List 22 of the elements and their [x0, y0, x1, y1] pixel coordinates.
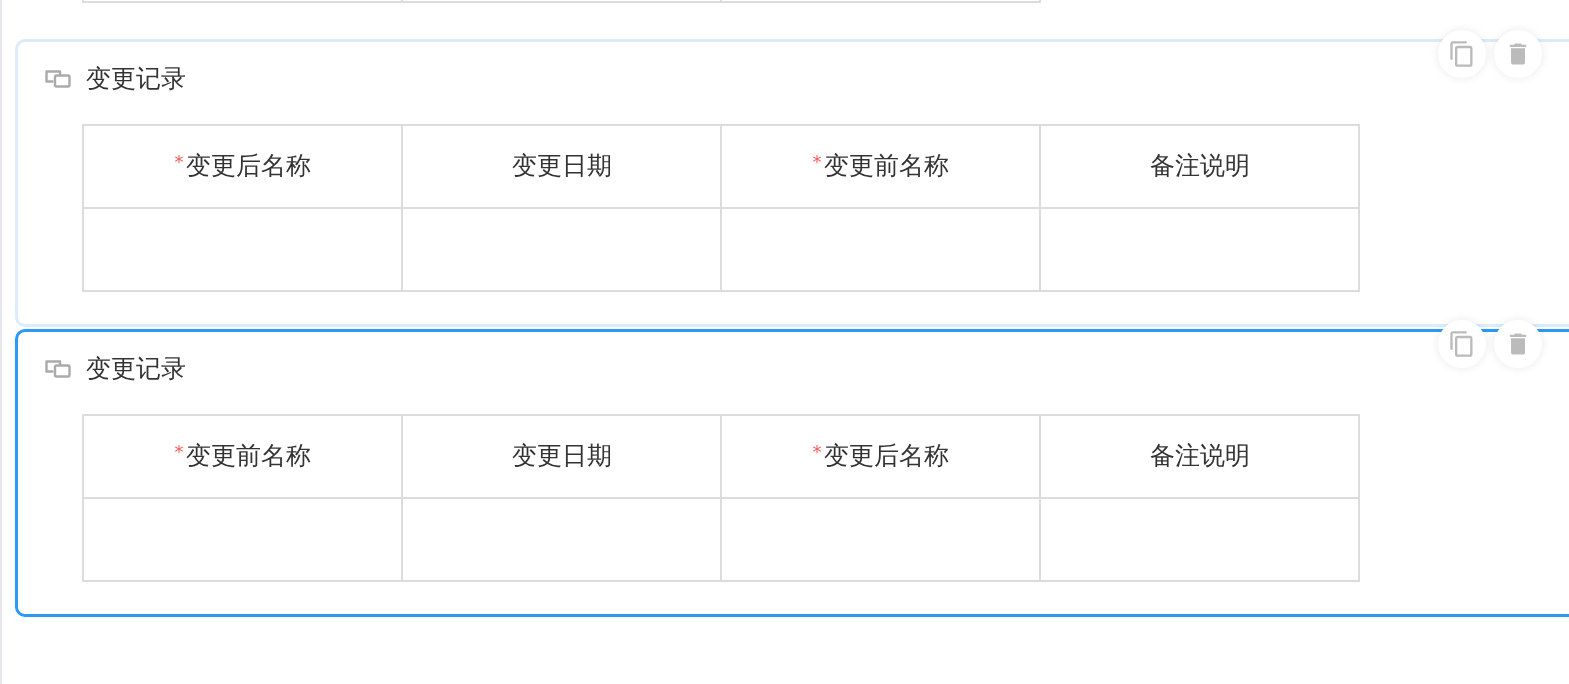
required-asterisk: *: [174, 152, 184, 171]
column-label: 备注说明: [1149, 150, 1250, 181]
column-label: 变更后名称: [823, 440, 949, 471]
copy-icon: [1448, 40, 1476, 68]
copy-icon: [1448, 330, 1476, 358]
card-title: 变更记录: [86, 354, 186, 384]
record-card[interactable]: 变更记录 *变更前名称 变更日期 *变更后名称 备注说明: [15, 329, 1569, 617]
overlapping-squares-icon: [45, 360, 71, 378]
column-label: 变更后名称: [185, 150, 311, 181]
card-title: 变更记录: [86, 64, 186, 94]
column-label: 变更前名称: [823, 150, 949, 181]
column-label: 备注说明: [1149, 440, 1250, 471]
column-label: 变更日期: [511, 150, 612, 181]
column-label: 变更日期: [511, 440, 612, 471]
overlapping-squares-icon: [45, 70, 71, 88]
record-card[interactable]: 变更记录 *变更后名称 变更日期 *变更前名称 备注说明: [15, 39, 1569, 327]
required-asterisk: *: [812, 152, 822, 171]
delete-button[interactable]: [1494, 30, 1542, 78]
column-label: 变更前名称: [185, 440, 311, 471]
copy-button[interactable]: [1438, 30, 1486, 78]
required-asterisk: *: [812, 442, 822, 461]
required-asterisk: *: [174, 442, 184, 461]
